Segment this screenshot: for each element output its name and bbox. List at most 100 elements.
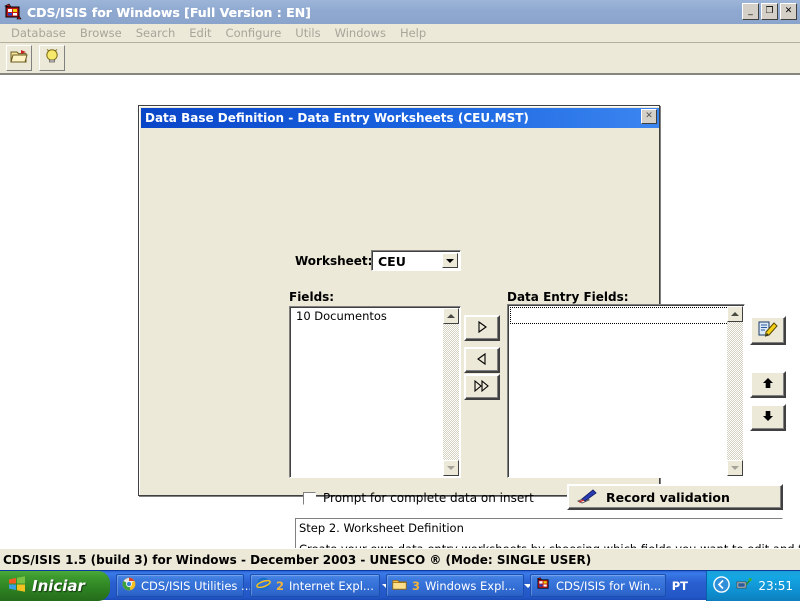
cdsisis-app-icon <box>4 3 22 21</box>
prompt-complete-data-checkbox[interactable] <box>303 491 316 505</box>
move-down-button[interactable] <box>750 404 786 431</box>
worksheet-dropdown-button[interactable] <box>442 253 458 268</box>
taskbar-item-label: CDS/ISIS for Win... <box>556 578 662 593</box>
worksheet-combobox[interactable]: CEU <box>371 250 461 271</box>
move-left-button[interactable] <box>464 347 500 373</box>
triangle-right-icon <box>476 320 488 337</box>
taskbar-item-windows-explorer[interactable]: 3 Windows Expl... <box>386 574 532 597</box>
open-database-button[interactable] <box>6 45 32 71</box>
triangle-down-icon <box>447 466 455 470</box>
fields-listbox[interactable]: 10 Documentos <box>289 306 461 478</box>
ie-icon <box>256 577 271 594</box>
folder-icon <box>392 578 407 594</box>
worksheet-definition-dialog: Data Base Definition - Data Entry Worksh… <box>138 105 800 596</box>
worksheet-selected-value: CEU <box>378 253 406 269</box>
move-up-button[interactable] <box>750 371 786 398</box>
status-bar-text: CDS/ISIS 1.5 (build 3) for Windows - Dec… <box>3 552 592 567</box>
close-button[interactable]: ✕ <box>780 3 797 20</box>
close-icon: ✕ <box>645 111 653 121</box>
menu-item-help[interactable]: Help <box>393 25 433 41</box>
edit-field-button[interactable] <box>750 316 786 345</box>
restore-button[interactable]: ❐ <box>761 3 778 20</box>
worksheet-label: Worksheet: <box>295 254 373 268</box>
menu-item-browse[interactable]: Browse <box>73 25 129 41</box>
menu-item-database[interactable]: Database <box>4 25 73 41</box>
application-window: CDS/ISIS for Windows [Full Version : EN]… <box>0 0 800 596</box>
status-bar: CDS/ISIS 1.5 (build 3) for Windows - Dec… <box>0 548 800 570</box>
move-all-right-button[interactable] <box>464 374 500 400</box>
triangle-down-icon <box>731 466 739 470</box>
menu-item-windows[interactable]: Windows <box>328 25 393 41</box>
triangle-up-icon <box>447 314 455 318</box>
menu-bar: Database Browse Search Edit Configure Ut… <box>0 24 800 43</box>
info-line-1: Step 2. Worksheet Definition <box>299 521 464 535</box>
language-indicator[interactable]: PT <box>672 579 688 593</box>
hint-button[interactable] <box>39 45 65 71</box>
list-item[interactable]: 10 Documentos <box>291 308 460 324</box>
scroll-down-button[interactable] <box>443 460 459 476</box>
prompt-complete-data-row[interactable]: Prompt for complete data on insert <box>303 491 534 505</box>
scroll-up-button[interactable] <box>727 306 743 322</box>
record-validation-button[interactable]: Record validation <box>567 484 783 510</box>
minimize-icon: _ <box>748 6 753 16</box>
chevron-down-icon <box>446 258 454 263</box>
show-desktop-icon[interactable] <box>713 575 731 597</box>
application-title-text: CDS/ISIS for Windows [Full Version : EN] <box>27 4 311 20</box>
menu-item-configure[interactable]: Configure <box>219 25 289 41</box>
taskbar: Iniciar CDS/ISIS Utilities ... 2 Interne… <box>0 570 800 601</box>
taskbar-item-cdsisis-utilities[interactable]: CDS/ISIS Utilities ... <box>116 574 252 597</box>
system-tray: 23:51 <box>706 571 800 601</box>
lightbulb-icon <box>43 48 61 68</box>
record-validation-label: Record validation <box>606 489 730 505</box>
dialog-title-bar[interactable]: Data Base Definition - Data Entry Worksh… <box>141 108 659 128</box>
fields-listbox-inner[interactable]: 10 Documentos <box>290 307 460 477</box>
chrome-icon <box>122 577 136 594</box>
taskbar-item-count: 2 <box>276 578 285 593</box>
arrow-down-icon <box>761 409 775 426</box>
triangle-left-icon <box>476 352 488 369</box>
scrollbar-track[interactable] <box>727 322 743 460</box>
restore-icon: ❐ <box>765 6 774 16</box>
scroll-down-button[interactable] <box>727 460 743 476</box>
toolbar <box>0 43 800 75</box>
application-title-bar[interactable]: CDS/ISIS for Windows [Full Version : EN]… <box>0 0 800 24</box>
taskbar-item-label: Windows Expl... <box>425 578 516 593</box>
focused-empty-row[interactable] <box>510 307 743 324</box>
arrow-up-icon <box>761 376 775 393</box>
close-icon: ✕ <box>784 6 793 16</box>
document-pencil-icon <box>757 320 779 341</box>
scroll-up-button[interactable] <box>443 308 459 324</box>
open-folder-icon <box>10 48 28 68</box>
data-entry-fields-listbox[interactable] <box>507 304 745 478</box>
fields-label: Fields: <box>289 290 335 304</box>
windows-logo-icon <box>8 575 26 597</box>
start-button-label: Iniciar <box>32 576 85 595</box>
fields-listbox-scrollbar[interactable] <box>443 308 459 476</box>
taskbar-item-count: 3 <box>412 578 421 593</box>
window-controls: _ ❐ ✕ <box>742 3 797 20</box>
minimize-button[interactable]: _ <box>742 3 759 20</box>
menu-item-search[interactable]: Search <box>129 25 183 41</box>
cdsisis-app-icon <box>536 577 551 594</box>
network-icon[interactable] <box>736 577 753 596</box>
clock[interactable]: 23:51 <box>758 579 793 593</box>
taskbar-item-cdsisis-for-windows[interactable]: CDS/ISIS for Win... <box>530 574 666 597</box>
double-triangle-right-icon <box>473 379 491 396</box>
menu-item-edit[interactable]: Edit <box>182 25 218 41</box>
dialog-close-button[interactable]: ✕ <box>641 109 657 124</box>
taskbar-item-label: CDS/ISIS Utilities ... <box>141 578 253 593</box>
dialog-title-text: Data Base Definition - Data Entry Worksh… <box>145 111 529 125</box>
prompt-complete-data-label: Prompt for complete data on insert <box>323 491 534 505</box>
triangle-up-icon <box>731 312 739 316</box>
taskbar-item-internet-explorer[interactable]: 2 Internet Expl... <box>250 574 390 597</box>
scrollbar-track[interactable] <box>443 324 459 460</box>
validation-pen-icon <box>577 489 597 505</box>
start-button[interactable]: Iniciar <box>0 570 110 601</box>
data-entry-fields-scrollbar[interactable] <box>727 306 743 476</box>
move-right-button[interactable] <box>464 315 500 341</box>
data-entry-fields-listbox-inner[interactable] <box>508 305 744 477</box>
data-entry-fields-label: Data Entry Fields: <box>507 290 629 304</box>
taskbar-item-label: Internet Expl... <box>289 578 374 593</box>
menu-item-utils[interactable]: Utils <box>288 25 327 41</box>
